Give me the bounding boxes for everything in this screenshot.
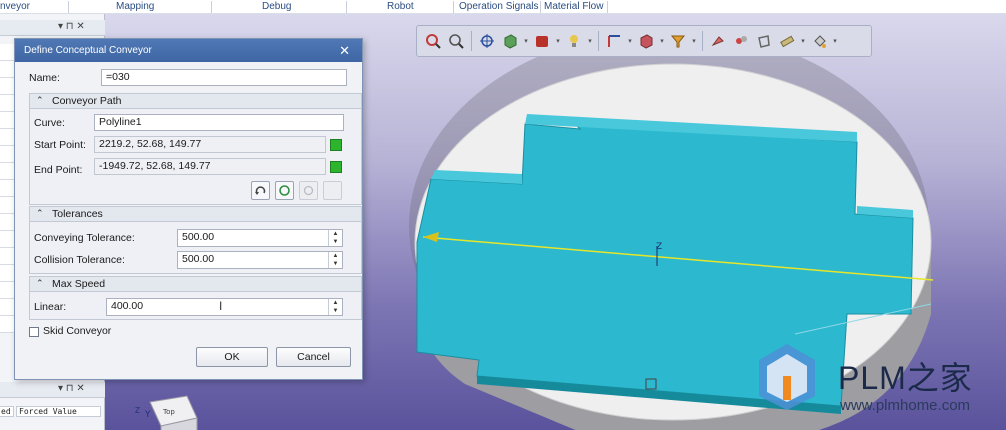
stepper-arrows[interactable]: ▲ ▼: [328, 230, 342, 246]
measure-icon[interactable]: [708, 30, 728, 52]
menu-separator: [607, 1, 608, 13]
filter-icon[interactable]: [668, 30, 688, 52]
tolerances-header[interactable]: ⌃ Tolerances: [30, 207, 361, 222]
menu-bar: nveyor Mapping Debug Robot Operation Sig…: [0, 0, 1006, 14]
menu-separator: [68, 1, 69, 13]
tolerances-section: ⌃ Tolerances Conveying Tolerance: 500.00…: [29, 206, 362, 274]
start-point-field: 2219.2, 52.68, 149.77: [94, 136, 326, 153]
light-bulb-icon[interactable]: [564, 30, 584, 52]
chevron-down-icon[interactable]: ▾: [523, 30, 529, 52]
max-speed-header[interactable]: ⌃ Max Speed: [30, 277, 361, 292]
paint-bucket-icon[interactable]: [809, 30, 829, 52]
menu-separator: [346, 1, 347, 13]
collapse-caret-icon[interactable]: ⌃: [36, 95, 44, 106]
center-view-icon[interactable]: [477, 30, 497, 52]
ruler-icon[interactable]: [777, 30, 797, 52]
menu-debug[interactable]: Debug: [262, 0, 291, 14]
define-conceptual-conveyor-dialog: Define Conceptual Conveyor ✕ Name: =030 …: [14, 38, 363, 380]
column-header[interactable]: ed: [0, 406, 14, 417]
conveying-tolerance-stepper[interactable]: 500.00 ▲ ▼: [177, 229, 343, 247]
collapse-caret-icon[interactable]: ⌃: [36, 278, 44, 289]
panel-header-top: ▾ ⊓ ✕: [0, 20, 105, 36]
curve-input[interactable]: Polyline1: [94, 114, 344, 131]
conveying-tolerance-label: Conveying Tolerance:: [34, 232, 135, 244]
zoom-area-icon[interactable]: [446, 30, 466, 52]
column-header-forced-value[interactable]: Forced Value: [16, 406, 101, 417]
chevron-down-icon[interactable]: ▾: [555, 30, 561, 52]
menu-conveyor[interactable]: nveyor: [0, 0, 30, 14]
solid-box-icon[interactable]: [636, 30, 656, 52]
linear-speed-stepper[interactable]: 400.00 I ▲ ▼: [106, 298, 343, 316]
view-navigation-cube: Top: [149, 395, 198, 430]
panel-controls[interactable]: ▾ ⊓ ✕: [58, 383, 85, 394]
dialog-title: Define Conceptual Conveyor: [24, 45, 152, 56]
conveying-tolerance-value: 500.00: [182, 231, 215, 243]
render-mode-icon[interactable]: [532, 30, 552, 52]
conveyor-path-header[interactable]: ⌃ Conveyor Path: [30, 94, 361, 109]
chevron-down-icon[interactable]: ▾: [832, 30, 838, 52]
end-point-label: End Point:: [34, 164, 83, 176]
frame-axes-icon[interactable]: [604, 30, 624, 52]
cancel-button[interactable]: Cancel: [276, 347, 351, 367]
watermark-brand: PLM之家: [838, 360, 973, 396]
ok-button[interactable]: OK: [196, 347, 268, 367]
menu-separator: [453, 1, 454, 13]
chevron-down-icon[interactable]: ▾: [627, 30, 633, 52]
zoom-fit-icon[interactable]: [423, 30, 443, 52]
chevron-down-icon[interactable]: ▾: [587, 30, 593, 52]
menu-operation-signals[interactable]: Operation Signals: [459, 0, 539, 14]
name-input[interactable]: =030: [101, 69, 347, 86]
end-point-field: -1949.72, 52.68, 149.77: [94, 158, 326, 175]
stepper-arrows[interactable]: ▲ ▼: [328, 252, 342, 268]
tree-rows: [0, 44, 14, 344]
plmhome-logo: [759, 344, 815, 410]
axis-y-label: Y: [145, 410, 151, 420]
section-icon[interactable]: [754, 30, 774, 52]
close-icon[interactable]: ✕: [339, 43, 350, 59]
menu-separator: [211, 1, 212, 13]
skid-conveyor-label: Skid Conveyor: [43, 325, 112, 337]
disabled-path-button[interactable]: [299, 181, 318, 200]
collapse-caret-icon[interactable]: ⌃: [36, 208, 44, 219]
watermark-url: www.plmhome.com: [840, 397, 971, 414]
max-speed-section: ⌃ Max Speed Linear: 400.00 I ▲ ▼: [29, 276, 362, 320]
snap-icon[interactable]: [731, 30, 751, 52]
refresh-path-button[interactable]: [275, 181, 294, 200]
panel-controls[interactable]: ▾ ⊓ ✕: [58, 21, 85, 32]
menu-mapping[interactable]: Mapping: [116, 0, 154, 14]
menu-robot[interactable]: Robot: [387, 0, 414, 14]
view-toolbar: ▾ ▾ ▾ ▾ ▾ ▾ ▾ ▾: [416, 25, 872, 57]
name-label: Name:: [29, 72, 60, 84]
chevron-down-icon[interactable]: ▾: [659, 30, 665, 52]
dialog-title-bar[interactable]: Define Conceptual Conveyor ✕: [15, 39, 362, 62]
menu-separator: [540, 1, 541, 13]
section-title: Conveyor Path: [52, 95, 122, 107]
text-cursor-icon: I: [219, 299, 223, 313]
chevron-down-icon[interactable]: ▾: [800, 30, 806, 52]
collision-tolerance-label: Collision Tolerance:: [34, 254, 125, 266]
chevron-down-icon[interactable]: ▾: [691, 30, 697, 52]
collision-tolerance-value: 500.00: [182, 253, 215, 265]
end-point-status-icon: [330, 161, 342, 173]
menu-material-flow[interactable]: Material Flow: [544, 0, 603, 14]
curve-label: Curve:: [34, 117, 65, 129]
skid-conveyor-checkbox[interactable]: [29, 327, 39, 337]
start-point-label: Start Point:: [34, 139, 86, 151]
linear-speed-value: 400.00: [111, 300, 144, 312]
stepper-arrows[interactable]: ▲ ▼: [328, 299, 342, 315]
cube-top-label: Top: [162, 408, 175, 416]
view-cube-icon[interactable]: [500, 30, 520, 52]
section-title: Tolerances: [52, 208, 103, 220]
axis-z-label: Z: [656, 242, 663, 252]
panel-header-bottom: ▾ ⊓ ✕: [0, 382, 105, 398]
linear-label: Linear:: [34, 301, 67, 313]
disabled-path-button-2[interactable]: [323, 181, 342, 200]
start-point-status-icon: [330, 139, 342, 151]
collision-tolerance-stepper[interactable]: 500.00 ▲ ▼: [177, 251, 343, 269]
axis-z-label-small: Z: [135, 406, 140, 415]
section-title: Max Speed: [52, 278, 106, 290]
reverse-direction-button[interactable]: [251, 181, 270, 200]
